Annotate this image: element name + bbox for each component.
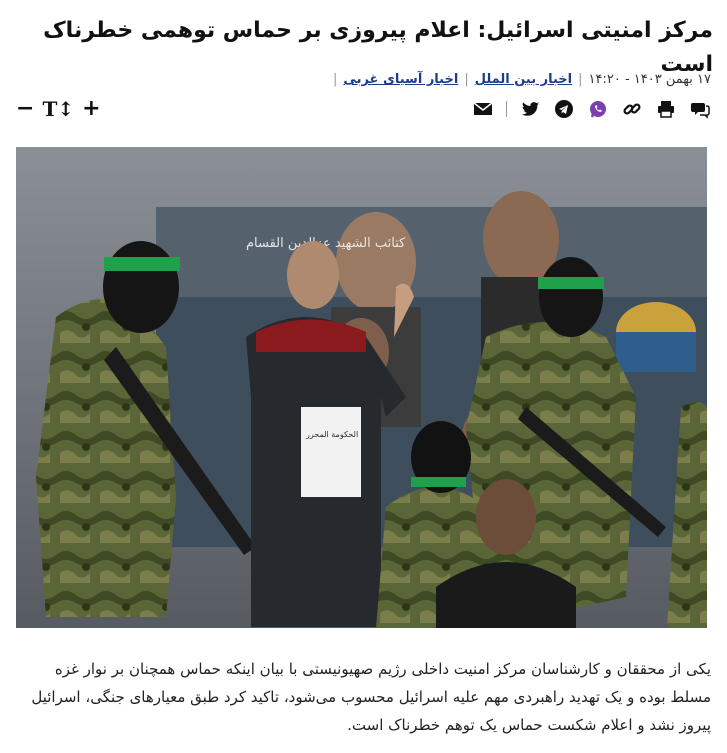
article-photo: کتائب الشهید عزالدین القسام الحکومة المح… [16, 147, 707, 628]
font-increase-button[interactable]: + [82, 98, 100, 120]
category-link-international[interactable]: اخبار بین الملل [475, 72, 572, 87]
article-datetime: ۱۷ بهمن ۱۴۰۳ - ۱۴:۲۰ [588, 72, 711, 87]
article-meta: ۱۷ بهمن ۱۴۰۳ - ۱۴:۲۰ | اخبار بین الملل |… [333, 72, 711, 87]
share-toolbar [472, 98, 711, 120]
certificate-title: الحکومة المحرر [305, 430, 358, 439]
telegram-icon[interactable] [553, 98, 575, 120]
print-icon[interactable] [655, 98, 677, 120]
article-lead: یکی از محققان و کارشناسان مرکز امنیت داخ… [31, 660, 711, 734]
font-size-icon: T↕ [42, 97, 75, 121]
category-link-west-asia[interactable]: اخبار آسیای غربی [343, 72, 458, 87]
email-icon[interactable] [472, 98, 494, 120]
font-decrease-button[interactable]: − [16, 98, 34, 120]
comments-icon[interactable] [689, 98, 711, 120]
font-size-controls: − T↕ + [16, 97, 101, 121]
twitter-icon[interactable] [519, 98, 541, 120]
whatsapp-icon[interactable] [587, 98, 609, 120]
link-icon[interactable] [621, 98, 643, 120]
